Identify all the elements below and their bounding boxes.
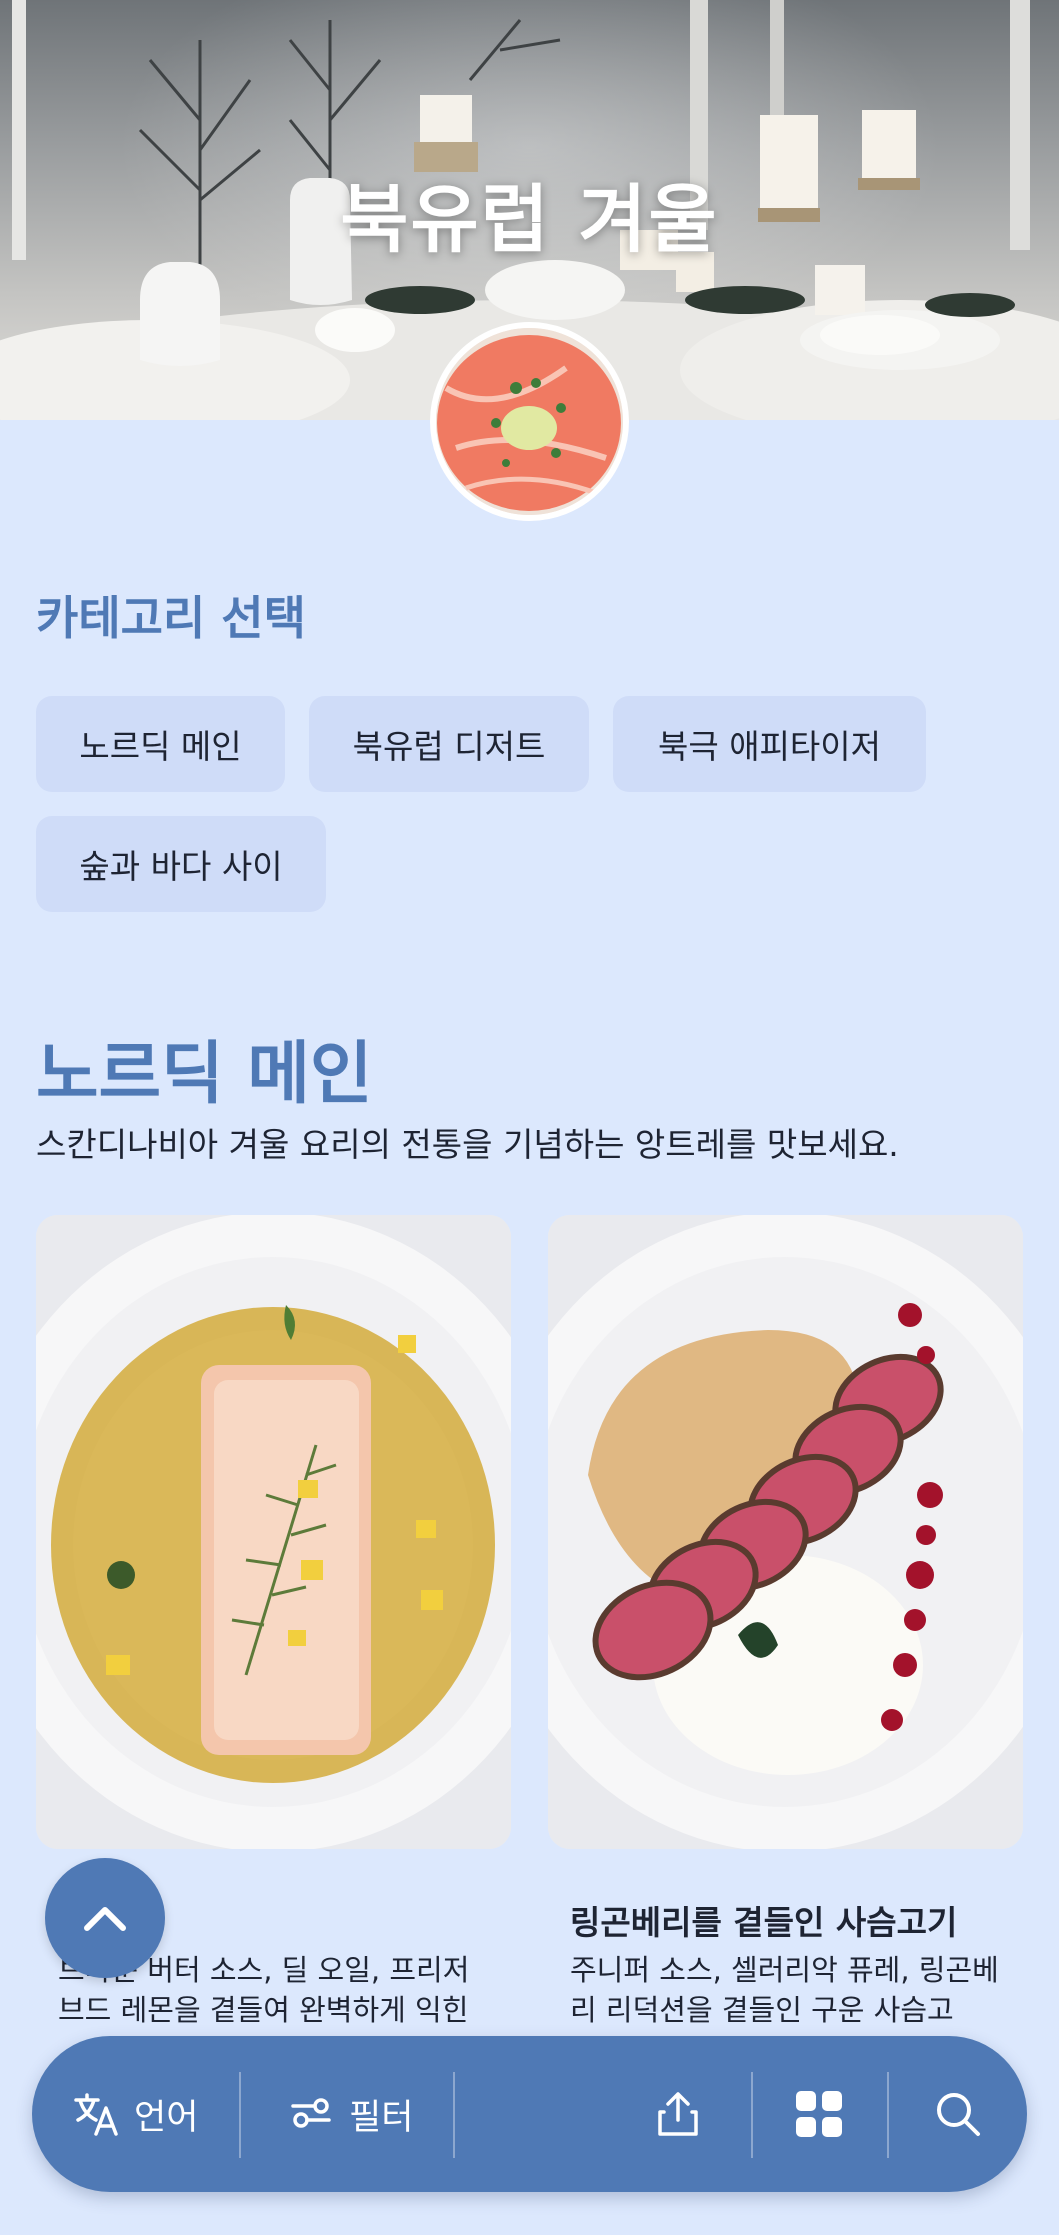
chip-label: 숲과 바다 사이 <box>79 847 283 886</box>
share-icon <box>658 2092 698 2136</box>
dish-title[interactable]: 링곤베리를 곁들인 사슴고기 <box>570 1896 957 1944</box>
bottom-action-bar: 언어 필터 <box>32 2036 1027 2192</box>
chip-nordic-main[interactable]: 노르딕 메인 <box>36 696 285 792</box>
divider <box>239 2072 241 2158</box>
divider <box>887 2072 889 2158</box>
dish-description: 주니퍼 소스, 셀러리악 퓨레, 링곤베리 리덕션을 곁들인 구운 사슴고기..… <box>570 1953 999 2027</box>
scroll-top-button[interactable] <box>45 1858 165 1978</box>
share-button[interactable] <box>652 2036 704 2192</box>
dish-card-image-venison[interactable] <box>548 1215 1023 1849</box>
filter-button[interactable]: 필터 <box>287 2036 413 2192</box>
section-title: 노르딕 메인 <box>36 1035 373 1114</box>
search-button[interactable] <box>932 2036 984 2192</box>
section-description: 스칸디나비아 겨울 요리의 전통을 기념하는 앙트레를 맛보세요. <box>36 1125 899 1164</box>
language-label: 언어 <box>134 2097 199 2138</box>
chip-forest-sea[interactable]: 숲과 바다 사이 <box>36 816 326 912</box>
chip-arctic-appetizer[interactable]: 북극 애피타이저 <box>613 696 926 792</box>
search-icon <box>937 2093 980 2136</box>
chip-label: 노르딕 메인 <box>79 727 242 766</box>
chip-nordic-dessert[interactable]: 북유럽 디저트 <box>309 696 589 792</box>
grid-icon <box>796 2091 842 2137</box>
translate-icon <box>74 2093 118 2136</box>
divider <box>453 2072 455 2158</box>
divider <box>751 2072 753 2158</box>
page-title: 북유럽 겨울 <box>340 177 719 263</box>
cod-dish-image <box>36 1215 511 1849</box>
featured-dish-avatar[interactable] <box>430 322 629 521</box>
dish-card-image-cod[interactable] <box>36 1215 511 1849</box>
category-heading: 카테고리 선택 <box>36 591 306 645</box>
salmon-avatar-image <box>436 328 623 515</box>
venison-dish-image <box>548 1215 1023 1849</box>
chevron-up-icon <box>84 1907 126 1931</box>
language-button[interactable]: 언어 <box>72 2036 198 2192</box>
chip-label: 북유럽 디저트 <box>352 727 546 766</box>
filter-icon <box>291 2098 331 2128</box>
chip-label: 북극 애피타이저 <box>657 727 881 766</box>
filter-label: 필터 <box>349 2097 414 2138</box>
grid-view-button[interactable] <box>794 2036 844 2192</box>
